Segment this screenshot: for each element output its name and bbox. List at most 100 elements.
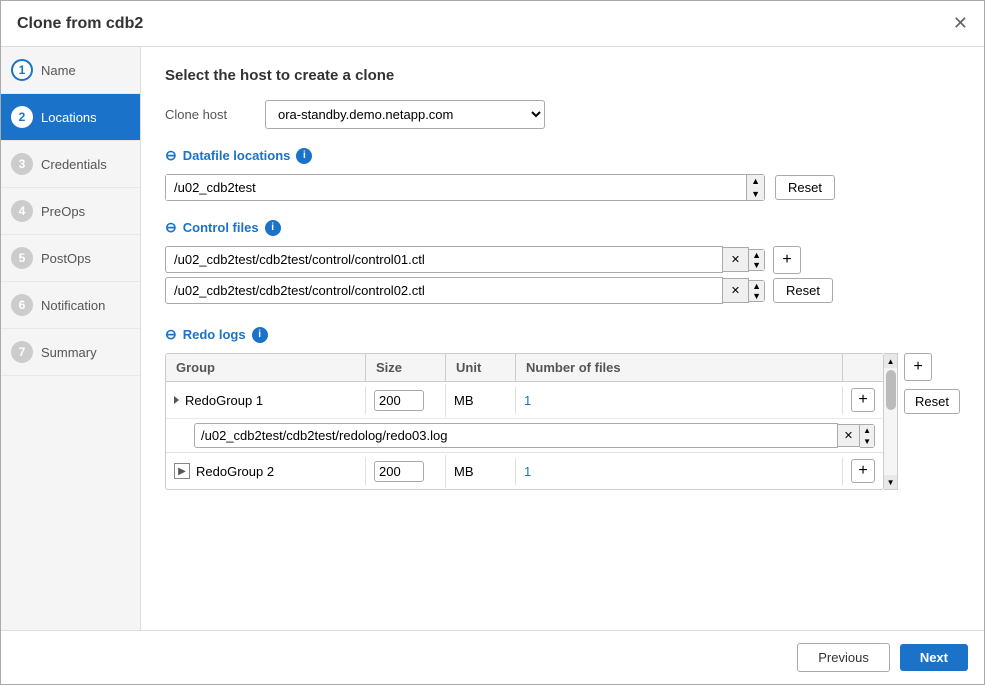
sidebar-label-postops: PostOps [41, 251, 91, 266]
datafile-scroll-down[interactable]: ▼ [747, 188, 764, 201]
sidebar-item-preops[interactable]: 4 PreOps [1, 188, 140, 235]
redo-log-row-1: ✕ ▲ ▼ [166, 419, 883, 452]
previous-button[interactable]: Previous [797, 643, 890, 672]
dialog-body: 1 Name 2 Locations 3 Credentials 4 PreOp… [1, 47, 984, 630]
control-files-label: Control files [183, 220, 259, 235]
redo-group-1-header: RedoGroup 1 MB 1 + [166, 382, 883, 419]
cf-remove-2[interactable]: ✕ [723, 278, 749, 303]
redo-group-2-unit: MB [446, 458, 516, 485]
cf-input-1[interactable] [165, 246, 723, 273]
cf-info-icon[interactable]: i [265, 220, 281, 236]
cf-scroll-down-2[interactable]: ▼ [749, 291, 764, 301]
redo-group-2-name: RedoGroup 2 [196, 464, 274, 479]
control-file-list: ✕ ▲ ▼ ✕ ▲ ▼ [165, 246, 960, 308]
redo-scroll-top[interactable]: ▲ [884, 354, 897, 368]
redo-table: Group Size Unit Number of files Red [165, 353, 884, 490]
control-files-section: ⊖ Control files i ✕ ▲ ▼ [165, 219, 960, 308]
redo-label: Redo logs [183, 327, 246, 342]
cf-scroll-up-2[interactable]: ▲ [749, 281, 764, 291]
control-files-header: ⊖ Control files i [165, 219, 960, 236]
dialog-title: Clone from cdb2 [17, 15, 143, 33]
sidebar-num-3: 3 [11, 153, 33, 175]
redo-group-1-size-input[interactable] [374, 390, 424, 411]
redo-header: ⊖ Redo logs i [165, 326, 960, 343]
redo-scroll-track [884, 368, 897, 475]
redo-log-scroll-up-1[interactable]: ▲ [860, 425, 874, 436]
redo-right-btns: + Reset [904, 353, 960, 490]
redo-info-icon[interactable]: i [252, 327, 268, 343]
page-title: Select the host to create a clone [165, 67, 960, 84]
redo-scrollbar: ▲ ▼ [884, 353, 898, 490]
redo-table-wrapper: Group Size Unit Number of files Red [165, 353, 960, 490]
cf-input-2[interactable] [165, 277, 723, 304]
redo-collapse-icon[interactable]: ⊖ [165, 326, 177, 343]
redo-group-2-numfiles-link[interactable]: 1 [524, 464, 531, 479]
cf-collapse-icon[interactable]: ⊖ [165, 219, 177, 236]
redo-log-remove-1[interactable]: ✕ [838, 424, 860, 447]
redo-group-2-size [366, 455, 446, 488]
datafile-input[interactable] [166, 175, 746, 200]
sidebar-num-6: 6 [11, 294, 33, 316]
main-content: Select the host to create a clone Clone … [141, 47, 984, 630]
redo-col-action [843, 354, 883, 381]
sidebar-item-postops[interactable]: 5 PostOps [1, 235, 140, 282]
sidebar-item-notification[interactable]: 6 Notification [1, 282, 140, 329]
datafile-input-wrapper: ▲ ▼ [165, 174, 765, 201]
redo-group-2-add-btn[interactable]: + [851, 459, 875, 483]
redo-group-1-unit: MB [446, 387, 516, 414]
cf-remove-1[interactable]: ✕ [723, 247, 749, 272]
cf-add-button[interactable]: + [773, 246, 801, 274]
redo-group-1-name-cell: RedoGroup 1 [166, 387, 366, 414]
redo-logs-section: ⊖ Redo logs i Group Size Unit Number of … [165, 326, 960, 490]
redo-group-2-name-cell: ▶ RedoGroup 2 [166, 457, 366, 485]
datafile-scroll-btns: ▲ ▼ [746, 175, 764, 200]
checkbox-group-2-indicator: ▶ [178, 466, 186, 477]
redo-reset-btn[interactable]: Reset [904, 389, 960, 414]
collapse-icon[interactable]: ⊖ [165, 147, 177, 164]
datafile-info-icon[interactable]: i [296, 148, 312, 164]
close-button[interactable]: ✕ [953, 13, 968, 34]
clone-host-row: Clone host ora-standby.demo.netapp.com [165, 100, 960, 129]
redo-group-1-numfiles: 1 [516, 387, 843, 414]
sidebar-item-locations[interactable]: 2 Locations [1, 94, 140, 141]
clone-host-label: Clone host [165, 107, 265, 122]
sidebar-label-name: Name [41, 63, 76, 78]
cf-scroll-1: ▲ ▼ [749, 249, 765, 271]
sidebar-item-credentials[interactable]: 3 Credentials [1, 141, 140, 188]
datafile-section: ⊖ Datafile locations i ▲ ▼ Reset [165, 147, 960, 201]
cf-scroll-up-1[interactable]: ▲ [749, 250, 764, 260]
redo-add-group-btn[interactable]: + [904, 353, 932, 381]
checkbox-group-2[interactable]: ▶ [174, 463, 190, 479]
sidebar-label-notification: Notification [41, 298, 105, 313]
expand-icon-1[interactable] [174, 396, 179, 404]
sidebar: 1 Name 2 Locations 3 Credentials 4 PreOp… [1, 47, 141, 630]
redo-log-scroll-1: ▲ ▼ [860, 424, 875, 448]
next-button[interactable]: Next [900, 644, 968, 671]
redo-log-scroll-down-1[interactable]: ▼ [860, 436, 874, 447]
sidebar-label-preops: PreOps [41, 204, 85, 219]
redo-col-numfiles: Number of files [516, 354, 843, 381]
cf-scroll-2: ▲ ▼ [749, 280, 765, 302]
redo-scroll-thumb[interactable] [886, 370, 896, 410]
redo-scroll-bottom[interactable]: ▼ [884, 475, 897, 489]
redo-table-header: Group Size Unit Number of files [166, 354, 883, 382]
redo-col-size: Size [366, 354, 446, 381]
redo-col-group: Group [166, 354, 366, 381]
redo-group-1-numfiles-link[interactable]: 1 [524, 393, 531, 408]
dialog-footer: Previous Next [1, 630, 984, 684]
datafile-reset-button[interactable]: Reset [775, 175, 835, 200]
cf-scroll-down-1[interactable]: ▼ [749, 260, 764, 270]
sidebar-label-credentials: Credentials [41, 157, 107, 172]
redo-group-2-size-input[interactable] [374, 461, 424, 482]
datafile-scroll-up[interactable]: ▲ [747, 175, 764, 188]
sidebar-num-4: 4 [11, 200, 33, 222]
redo-group-2-addrow: + [843, 453, 883, 489]
redo-group-1-add-btn[interactable]: + [851, 388, 875, 412]
sidebar-num-2: 2 [11, 106, 33, 128]
sidebar-item-name[interactable]: 1 Name [1, 47, 140, 94]
redo-log-input-1[interactable] [194, 423, 838, 448]
sidebar-num-7: 7 [11, 341, 33, 363]
clone-host-select[interactable]: ora-standby.demo.netapp.com [265, 100, 545, 129]
cf-reset-button[interactable]: Reset [773, 278, 833, 303]
sidebar-item-summary[interactable]: 7 Summary [1, 329, 140, 376]
